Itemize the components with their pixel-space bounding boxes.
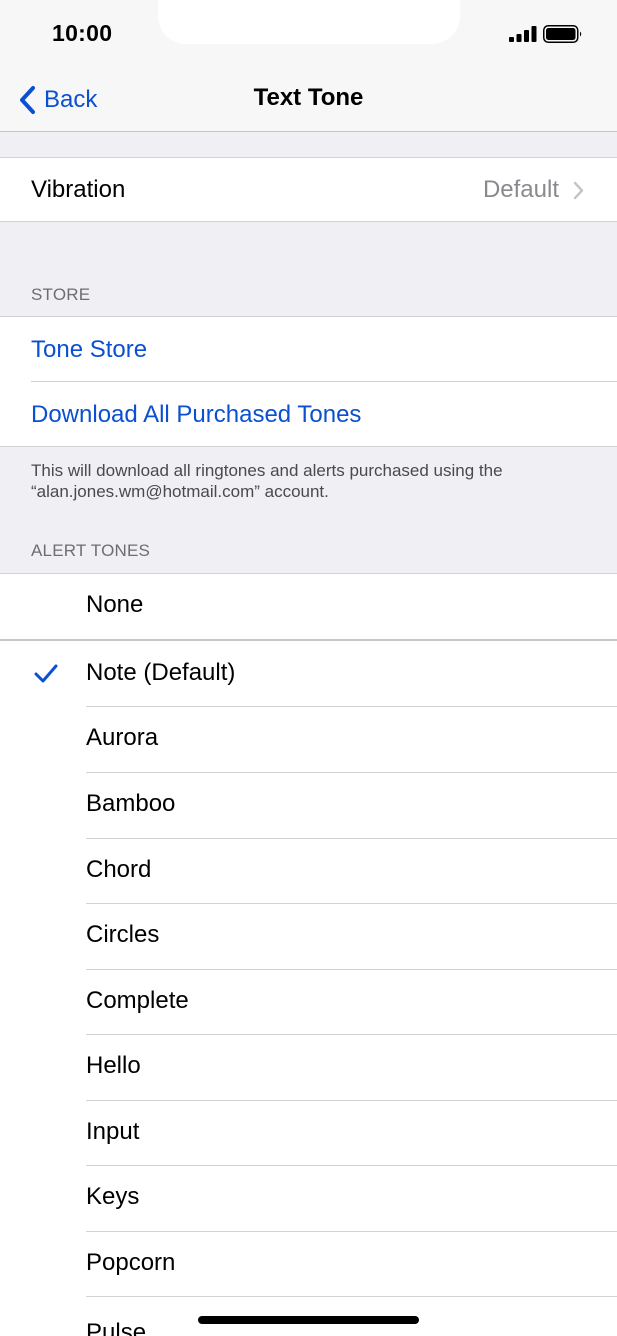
tone-store-link[interactable]: Tone Store: [0, 317, 617, 382]
store-footer-text: This will download all ringtones and ale…: [31, 461, 503, 501]
vibration-label: Vibration: [31, 175, 126, 203]
navigation-bar: Back Text Tone: [0, 70, 617, 132]
tone-row[interactable]: Keys: [0, 1166, 617, 1231]
tone-label: None: [86, 591, 144, 618]
store-section-background: [0, 222, 617, 317]
cellular-signal-icon: [509, 26, 537, 42]
page-title: Text Tone: [253, 84, 364, 111]
battery-icon: [543, 25, 582, 43]
tone-store-label: Tone Store: [31, 335, 148, 363]
tone-label: Circles: [86, 921, 160, 948]
tone-label: Aurora: [86, 724, 159, 751]
alert-tones-section-header: ALERT TONES: [31, 541, 151, 560]
divider: [0, 639, 617, 641]
home-indicator[interactable]: [198, 1316, 419, 1324]
tone-label: Pulse: [86, 1319, 147, 1336]
tone-row[interactable]: Chord: [0, 839, 617, 904]
tone-row[interactable]: Hello: [0, 1035, 617, 1100]
tone-label: Chord: [86, 856, 152, 883]
tone-row[interactable]: Input: [0, 1101, 617, 1166]
tone-row[interactable]: Aurora: [0, 707, 617, 772]
tone-row[interactable]: Circles: [0, 904, 617, 969]
notch: [158, 0, 460, 44]
chevron-right-icon: [573, 181, 584, 200]
tone-label: Hello: [86, 1052, 141, 1079]
download-all-tones-label: Download All Purchased Tones: [31, 400, 362, 428]
tone-row[interactable]: Complete: [0, 970, 617, 1035]
status-bar: 10:00: [0, 0, 617, 70]
group-spacer: [0, 132, 617, 157]
vibration-cell[interactable]: Vibration Default: [0, 157, 617, 222]
tone-label: Input: [86, 1118, 140, 1145]
tone-row[interactable]: Bamboo: [0, 773, 617, 838]
tone-row[interactable]: Note (Default): [0, 642, 617, 707]
tone-label: Bamboo: [86, 790, 176, 817]
store-section-header: STORE: [31, 285, 91, 304]
tone-none-row[interactable]: None: [0, 574, 617, 639]
tone-label: Keys: [86, 1183, 140, 1210]
tone-label: Popcorn: [86, 1249, 176, 1276]
tone-label: Note (Default): [86, 659, 236, 686]
tone-row[interactable]: Popcorn: [0, 1232, 617, 1297]
checkmark-icon: [34, 664, 58, 683]
tone-label: Complete: [86, 987, 189, 1014]
download-all-tones-link[interactable]: Download All Purchased Tones: [0, 382, 617, 447]
vibration-value: Default: [482, 175, 559, 203]
status-time: 10:00: [52, 20, 113, 46]
